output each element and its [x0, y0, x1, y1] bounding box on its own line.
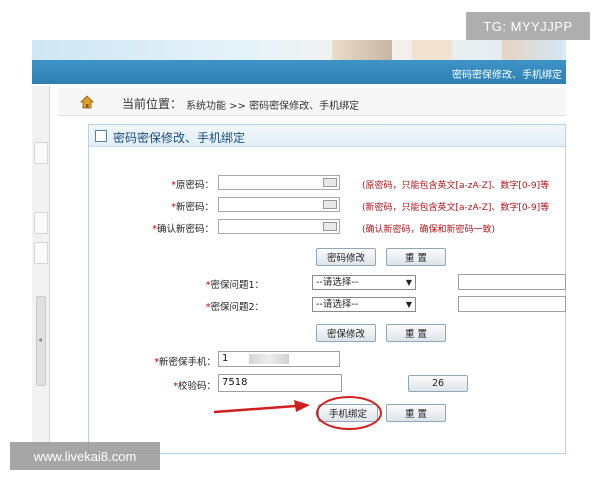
new-password-input[interactable]: [218, 197, 340, 212]
password-modify-button[interactable]: 密码修改: [316, 248, 376, 266]
new-phone-label: *新密保手机：: [154, 357, 216, 368]
watermark-bottom: www.livekai8.com: [10, 442, 160, 470]
phone-reset-button[interactable]: 重 置: [386, 404, 446, 422]
confirm-password-hint: (确认新密码，确保和新密码一致): [362, 225, 496, 235]
breadcrumb-label: 当前位置：: [122, 97, 183, 111]
old-password-input[interactable]: [218, 175, 340, 190]
navbar-current-page[interactable]: 密码密保修改、手机绑定: [452, 66, 562, 81]
annotation-arrow-icon: [213, 400, 310, 414]
panel-header: 密码密保修改、手机绑定: [89, 125, 565, 147]
breadcrumb-path: 系统功能 >> 密码密保修改、手机绑定: [186, 101, 360, 112]
security-answer-1-input[interactable]: [458, 274, 566, 290]
captcha-image[interactable]: 26: [408, 375, 468, 392]
watermark-top: TG: MYYJJPP: [466, 12, 590, 40]
password-reset-button[interactable]: 重 置: [386, 248, 446, 266]
security-question-1-label: *密保问题1：: [205, 280, 264, 291]
keyboard-icon[interactable]: [323, 200, 337, 209]
phone-value: 1: [222, 353, 229, 364]
old-password-label: *原密码：: [171, 180, 214, 191]
breadcrumb: 当前位置： 系统功能 >> 密码密保修改、手机绑定: [58, 88, 566, 116]
panel-title: 密码密保修改、手机绑定: [113, 131, 246, 145]
banner-decoration: [332, 40, 392, 60]
collapse-arrow-icon: ◂: [38, 335, 43, 344]
new-password-label: *新密码：: [171, 202, 214, 213]
sidebar: ◂: [32, 86, 50, 446]
sidebar-tab[interactable]: [34, 212, 48, 234]
security-modify-button[interactable]: 密保修改: [316, 324, 376, 342]
new-phone-input[interactable]: 1: [218, 351, 340, 367]
confirm-password-label: *确认新密码：: [152, 224, 214, 235]
header-banner: [32, 40, 566, 60]
old-password-hint: (原密码，只能包含英文[a-zA-Z]、数字[0-9]等: [362, 181, 550, 191]
security-question-1-select[interactable]: --请选择-- ▼: [312, 275, 416, 290]
verify-code-label: *校验码：: [173, 381, 216, 392]
sidebar-tab[interactable]: [34, 242, 48, 264]
sidebar-tab[interactable]: [34, 142, 48, 164]
new-password-hint: (新密码，只能包含英文[a-zA-Z]、数字[0-9]等: [362, 203, 550, 213]
security-question-2-label: *密保问题2：: [205, 302, 264, 313]
confirm-password-input[interactable]: [218, 219, 340, 234]
dropdown-arrow-icon: ▼: [405, 300, 412, 309]
panel-icon: [95, 130, 107, 142]
security-reset-button[interactable]: 重 置: [386, 324, 446, 342]
verify-code-input[interactable]: 7518: [218, 374, 342, 392]
security-question-2-select[interactable]: --请选择-- ▼: [312, 297, 416, 312]
keyboard-icon[interactable]: [323, 222, 337, 231]
annotation-circle: [316, 396, 382, 430]
sidebar-collapse-handle[interactable]: ◂: [36, 296, 46, 386]
keyboard-icon[interactable]: [323, 178, 337, 187]
redaction-blur: [249, 354, 289, 364]
home-icon: [80, 95, 94, 109]
banner-decoration: [502, 40, 562, 60]
top-navbar: 密码密保修改、手机绑定: [32, 60, 566, 84]
banner-decoration: [412, 40, 452, 60]
dropdown-arrow-icon: ▼: [405, 278, 412, 287]
security-answer-2-input[interactable]: [458, 296, 566, 312]
security-question-1-value: --请选择--: [316, 277, 359, 288]
security-question-2-value: --请选择--: [316, 299, 359, 310]
